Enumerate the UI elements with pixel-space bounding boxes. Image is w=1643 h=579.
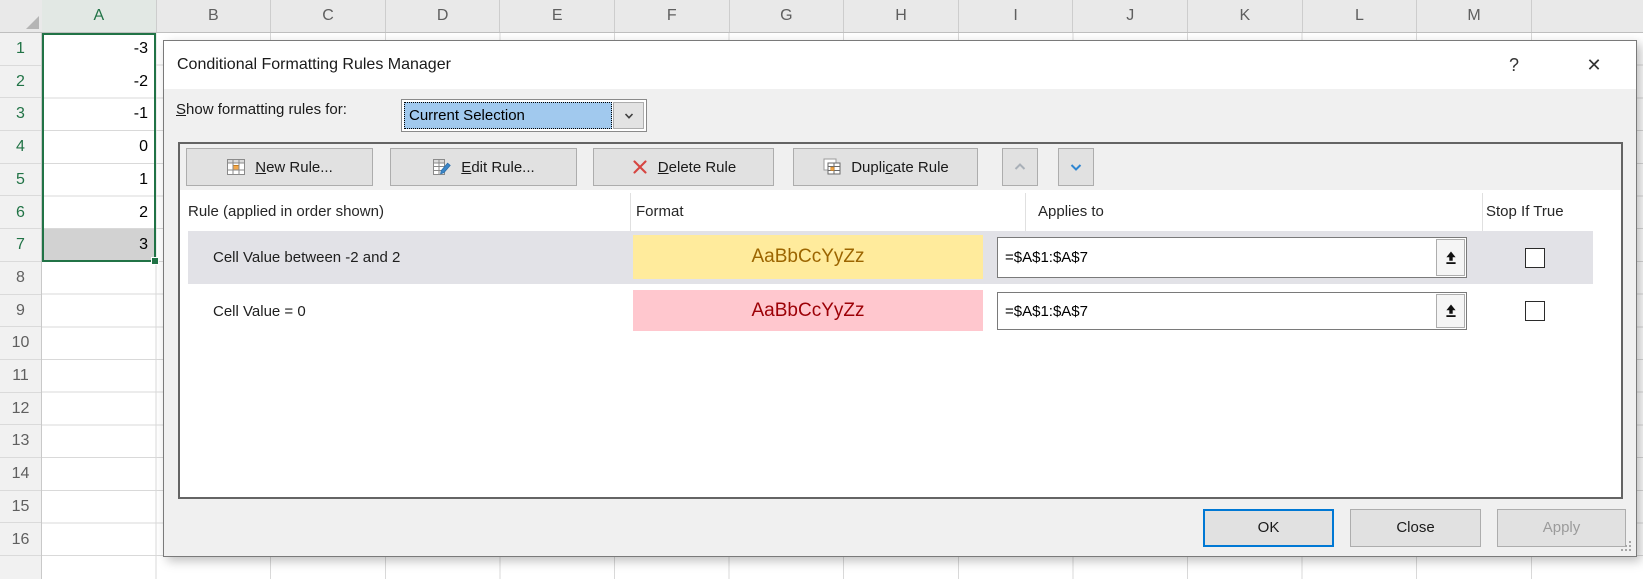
column-header-H[interactable]: H: [844, 0, 959, 32]
fill-handle[interactable]: [151, 257, 159, 265]
collapse-arrow-icon: [1443, 250, 1459, 266]
applies-to-input[interactable]: [998, 293, 1434, 329]
cell-A7[interactable]: 3: [42, 229, 156, 262]
cell-A6[interactable]: 2: [42, 197, 156, 230]
row-header-5[interactable]: 5: [0, 164, 41, 197]
resize-grip-icon[interactable]: [1619, 539, 1632, 552]
stop-if-true-checkbox[interactable]: [1525, 301, 1545, 321]
cell-A3[interactable]: -1: [42, 98, 156, 131]
collapse-arrow-icon: [1443, 303, 1459, 319]
rule-row[interactable]: Cell Value between -2 and 2 AaBbCcYyZz: [188, 231, 1593, 284]
column-header-L[interactable]: L: [1303, 0, 1418, 32]
select-all-corner[interactable]: [0, 0, 43, 32]
column-header-stop: Stop If True: [1486, 190, 1564, 233]
move-rule-up-button[interactable]: [1002, 148, 1038, 186]
ok-button[interactable]: OK: [1203, 509, 1334, 547]
rules-list-frame: New Rule... Edit Rule... Delete R: [178, 142, 1623, 499]
column-header-I[interactable]: I: [959, 0, 1074, 32]
duplicate-rule-button[interactable]: Duplicate Rule: [793, 148, 978, 186]
delete-rule-button[interactable]: Delete Rule: [593, 148, 774, 186]
new-rule-button[interactable]: New Rule...: [186, 148, 373, 186]
duplicate-rule-label: Duplicate Rule: [851, 159, 949, 176]
row-header-4[interactable]: 4: [0, 131, 41, 164]
applies-to-input[interactable]: [998, 238, 1434, 277]
chevron-up-icon: [1012, 159, 1028, 175]
rule-row[interactable]: Cell Value = 0 AaBbCcYyZz: [188, 286, 1593, 336]
dialog-titlebar: Conditional Formatting Rules Manager ? ✕: [164, 41, 1636, 89]
chevron-down-icon: [1068, 159, 1084, 175]
column-header-applies: Applies to: [1038, 190, 1104, 233]
column-header-E[interactable]: E: [500, 0, 615, 32]
row-header-13[interactable]: 13: [0, 425, 41, 458]
collapse-dialog-button[interactable]: [1436, 239, 1465, 276]
rules-list-header: Rule (applied in order shown) Format App…: [180, 190, 1621, 233]
delete-rule-label: Delete Rule: [658, 159, 736, 176]
edit-rule-button[interactable]: Edit Rule...: [390, 148, 577, 186]
header-separator: [1025, 193, 1026, 231]
edit-rule-pencil-icon: [432, 157, 452, 177]
new-rule-label: New Rule...: [255, 159, 333, 176]
column-header-D[interactable]: D: [386, 0, 501, 32]
column-header-G[interactable]: G: [730, 0, 845, 32]
column-header-format: Format: [636, 190, 684, 233]
combobox-dropdown-button[interactable]: [613, 102, 644, 129]
show-rules-for-combobox[interactable]: Current Selection: [401, 99, 647, 132]
column-header-C[interactable]: C: [271, 0, 386, 32]
row-header-9[interactable]: 9: [0, 295, 41, 328]
column-header-F[interactable]: F: [615, 0, 730, 32]
row-header-8[interactable]: 8: [0, 262, 41, 295]
dialog-title: Conditional Formatting Rules Manager: [177, 41, 451, 89]
delete-x-icon: [631, 158, 649, 176]
stop-if-true-checkbox[interactable]: [1525, 248, 1545, 268]
header-separator: [630, 193, 631, 231]
conditional-formatting-rules-manager-dialog: Conditional Formatting Rules Manager ? ✕…: [163, 40, 1637, 557]
edit-rule-label: Edit Rule...: [461, 159, 534, 176]
row-header-15[interactable]: 15: [0, 491, 41, 524]
rules-toolbar: New Rule... Edit Rule... Delete R: [180, 144, 1621, 190]
show-formatting-rules-label: Show formatting rules for:: [176, 101, 347, 118]
move-rule-down-button[interactable]: [1058, 148, 1094, 186]
rule-description: Cell Value = 0: [213, 286, 306, 336]
row-header-6[interactable]: 6: [0, 197, 41, 230]
cell-A5[interactable]: 1: [42, 164, 156, 197]
row-header-12[interactable]: 12: [0, 393, 41, 426]
apply-button[interactable]: Apply: [1497, 509, 1626, 547]
cell-A1[interactable]: -3: [42, 33, 156, 66]
format-preview: AaBbCcYyZz: [633, 235, 983, 279]
column-header-A[interactable]: A: [42, 0, 157, 32]
help-button[interactable]: ?: [1484, 41, 1544, 89]
new-rule-table-icon: [226, 157, 246, 177]
row-header-16[interactable]: 16: [0, 524, 41, 557]
close-button[interactable]: Close: [1350, 509, 1481, 547]
column-header-K[interactable]: K: [1188, 0, 1303, 32]
close-dialog-button[interactable]: ✕: [1564, 41, 1624, 89]
row-header-11[interactable]: 11: [0, 360, 41, 393]
combobox-selected-value[interactable]: Current Selection: [404, 102, 612, 129]
column-header-rule: Rule (applied in order shown): [188, 190, 384, 233]
duplicate-rule-icon: [822, 157, 842, 177]
cell-A2[interactable]: -2: [42, 66, 156, 99]
format-preview: AaBbCcYyZz: [633, 290, 983, 331]
row-header-10[interactable]: 10: [0, 327, 41, 360]
column-header-M[interactable]: M: [1417, 0, 1532, 32]
cell-A4[interactable]: 0: [42, 131, 156, 164]
row-header-14[interactable]: 14: [0, 458, 41, 491]
row-header-2[interactable]: 2: [0, 66, 41, 99]
column-header-J[interactable]: J: [1073, 0, 1188, 32]
excel-window: ABCDEFGHIJKLM 12345678910111213141516 -3…: [0, 0, 1643, 579]
applies-to-field: [997, 292, 1467, 330]
applies-to-field: [997, 237, 1467, 278]
select-all-triangle-icon: [26, 16, 39, 29]
header-separator: [1482, 193, 1483, 231]
chevron-down-icon: [622, 109, 636, 123]
row-header-1[interactable]: 1: [0, 33, 41, 66]
column-header-B[interactable]: B: [157, 0, 272, 32]
rule-description: Cell Value between -2 and 2: [213, 231, 400, 284]
row-header-3[interactable]: 3: [0, 98, 41, 131]
row-header-7[interactable]: 7: [0, 229, 41, 262]
collapse-dialog-button[interactable]: [1436, 294, 1465, 328]
